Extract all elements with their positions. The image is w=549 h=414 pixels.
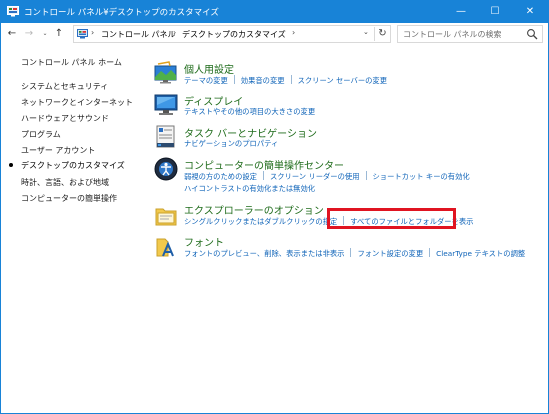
link-adjust-cleartype[interactable]: ClearType テキストの調整 — [436, 249, 525, 258]
link-navigation-properties[interactable]: ナビゲーションのプロパティ — [184, 139, 278, 148]
link-low-vision-settings[interactable]: 弱視の方のための設定 — [184, 172, 257, 181]
category-title[interactable]: フォント — [184, 234, 224, 249]
fonts-icon[interactable] — [154, 236, 178, 260]
recent-locations-button[interactable]: ⌄ — [38, 26, 52, 42]
category-title[interactable]: エクスプローラーのオプション — [184, 202, 324, 217]
minimize-button[interactable]: — — [444, 1, 478, 23]
link-toggle-high-contrast[interactable]: ハイコントラストの有効化または無効化 — [184, 184, 315, 193]
sidebar-item-label: デスクトップのカスタマイズ — [21, 161, 125, 170]
address-bar[interactable]: › コントロール パネル › デスクトップのカスタマイズ › ⌄ ↻ — [73, 25, 391, 43]
link-use-screen-reader[interactable]: スクリーン リーダーの使用 — [270, 172, 360, 181]
sidebar-home-link[interactable]: コントロール パネル ホーム — [21, 57, 122, 68]
link-enable-shortcut-keys[interactable]: ショートカット キーの有効化 — [373, 172, 470, 181]
sidebar-item-desktop-customization[interactable]: デスクトップのカスタマイズ — [9, 160, 125, 171]
category-links: ハイコントラストの有効化または無効化 — [184, 184, 315, 194]
category-title[interactable]: 個人用設定 — [184, 61, 234, 76]
link-change-sounds[interactable]: 効果音の変更 — [241, 76, 285, 85]
search-box[interactable] — [397, 25, 543, 43]
link-separator — [365, 171, 367, 180]
link-separator — [350, 248, 352, 257]
link-change-theme[interactable]: テーマの変更 — [184, 76, 228, 85]
search-icon[interactable] — [526, 28, 538, 40]
category-links: フォントのプレビュー、削除、表示または非表示 フォント設定の変更 ClearType… — [184, 248, 525, 259]
breadcrumb-separator[interactable]: › — [173, 28, 176, 37]
address-dropdown-button[interactable]: ⌄ — [363, 28, 369, 36]
category-title[interactable]: コンピューターの簡単操作センター — [184, 157, 344, 172]
link-change-font-settings[interactable]: フォント設定の変更 — [357, 249, 423, 258]
refresh-button[interactable]: ↻ — [374, 27, 390, 41]
window-title: コントロール パネル¥デスクトップのカスタマイズ — [24, 8, 219, 18]
control-panel-window: コントロール パネル¥デスクトップのカスタマイズ — ☐ ✕ ← → ⌄ ↑ ›… — [0, 0, 549, 414]
sidebar: コントロール パネル ホーム システムとセキュリティ ネットワークとインターネッ… — [1, 45, 141, 413]
category-links: テキストやその他の項目の大きさの変更 — [184, 107, 315, 117]
title-bar[interactable]: コントロール パネル¥デスクトップのカスタマイズ — ☐ ✕ — [1, 1, 548, 23]
link-separator — [429, 248, 431, 257]
display-icon[interactable] — [154, 93, 178, 117]
category-title[interactable]: タスク バーとナビゲーション — [184, 125, 317, 140]
breadcrumb-separator[interactable]: › — [91, 28, 94, 37]
link-change-screensaver[interactable]: スクリーン セーバーの変更 — [298, 76, 387, 85]
sidebar-item-hardware-sound[interactable]: ハードウェアとサウンド — [21, 113, 109, 124]
main-content: 個人用設定 テーマの変更 効果音の変更 スクリーン セーバーの変更 ディスプレイ テ… — [141, 45, 548, 413]
sidebar-item-network-internet[interactable]: ネットワークとインターネット — [21, 97, 133, 108]
breadcrumb-control-panel[interactable]: コントロール パネル — [101, 29, 176, 40]
control-panel-app-icon — [7, 6, 19, 17]
category-links: テーマの変更 効果音の変更 スクリーン セーバーの変更 — [184, 75, 387, 86]
search-input[interactable] — [403, 28, 521, 40]
link-single-or-double-click[interactable]: シングルクリックまたはダブルクリックの指定 — [184, 217, 337, 226]
back-button[interactable]: ← — [5, 26, 19, 42]
category-links: 弱視の方のための設定 スクリーン リーダーの使用 ショートカット キーの有効化 — [184, 171, 470, 182]
taskbar-icon[interactable] — [154, 125, 178, 149]
close-button[interactable]: ✕ — [513, 1, 547, 23]
link-font-preview-delete[interactable]: フォントのプレビュー、削除、表示または非表示 — [184, 249, 344, 258]
sidebar-item-programs[interactable]: プログラム — [21, 129, 61, 140]
forward-button[interactable]: → — [22, 26, 36, 42]
navigation-bar: ← → ⌄ ↑ › コントロール パネル › デスクトップのカスタマイズ › ⌄… — [1, 23, 548, 45]
up-button[interactable]: ↑ — [52, 26, 66, 42]
breadcrumb-desktop-customization[interactable]: デスクトップのカスタマイズ — [182, 29, 286, 40]
active-bullet-icon — [9, 163, 13, 167]
highlight-box — [327, 208, 456, 229]
control-panel-location-icon — [77, 29, 88, 39]
maximize-button[interactable]: ☐ — [478, 1, 512, 23]
category-links: ナビゲーションのプロパティ — [184, 139, 278, 149]
sidebar-item-system-security[interactable]: システムとセキュリティ — [21, 81, 108, 92]
sidebar-item-clock-language-region[interactable]: 時計、言語、および地域 — [21, 177, 109, 188]
sidebar-item-user-accounts[interactable]: ユーザー アカウント — [21, 145, 95, 156]
category-title[interactable]: ディスプレイ — [184, 93, 243, 108]
link-separator — [290, 75, 292, 84]
ease-of-access-icon[interactable] — [154, 157, 178, 181]
sidebar-item-ease-of-access[interactable]: コンピューターの簡単操作 — [21, 193, 117, 204]
explorer-options-icon[interactable] — [154, 204, 178, 228]
personalization-icon[interactable] — [154, 61, 178, 85]
link-separator — [262, 171, 264, 180]
link-change-text-size[interactable]: テキストやその他の項目の大きさの変更 — [184, 107, 315, 116]
link-separator — [233, 75, 235, 84]
breadcrumb-separator[interactable]: › — [292, 28, 295, 37]
